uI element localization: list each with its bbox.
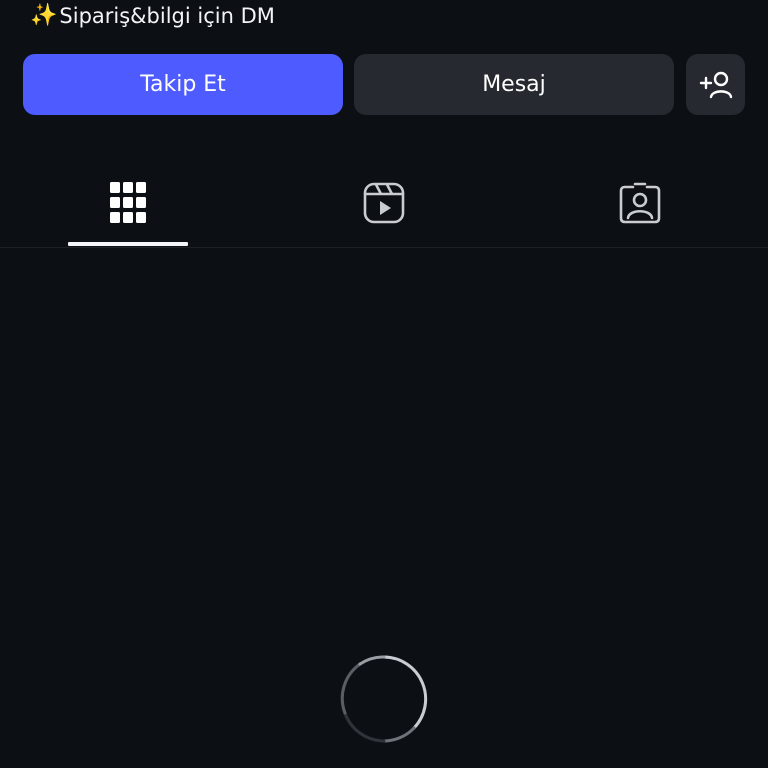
add-person-icon <box>699 71 732 98</box>
message-button[interactable]: Mesaj <box>354 54 674 115</box>
profile-bio: ✨ Sipariş&bilgi için DM <box>30 2 275 30</box>
tab-tagged[interactable] <box>512 160 768 246</box>
message-button-label: Mesaj <box>482 72 546 97</box>
grid-icon <box>110 182 146 223</box>
active-tab-indicator <box>68 242 188 246</box>
tagged-icon <box>619 182 661 224</box>
follow-button[interactable]: Takip Et <box>23 54 343 115</box>
loading-spinner <box>340 655 428 743</box>
tab-reels[interactable] <box>256 160 512 246</box>
reels-icon <box>363 182 405 224</box>
add-person-button[interactable] <box>686 54 745 115</box>
tab-posts[interactable] <box>0 160 256 246</box>
spinner-icon <box>340 655 428 743</box>
follow-button-label: Takip Et <box>140 72 226 97</box>
profile-tabs <box>0 160 768 248</box>
sparkles-icon: ✨ <box>30 3 58 28</box>
bio-text: Sipariş&bilgi için DM <box>59 4 275 28</box>
